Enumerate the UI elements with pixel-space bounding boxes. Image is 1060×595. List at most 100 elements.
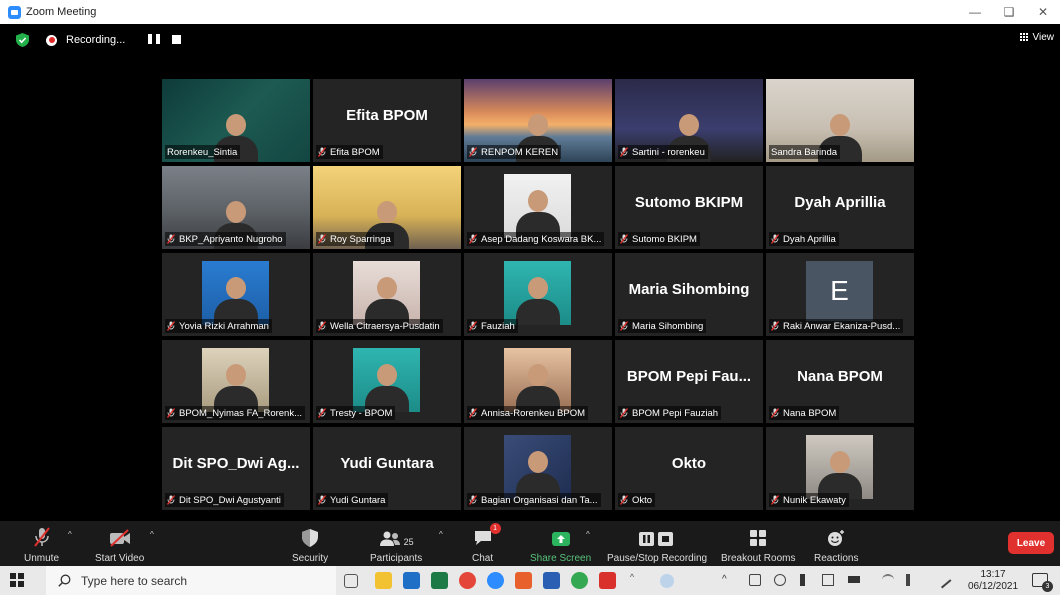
participant-tile[interactable]: Sutomo BKIPM Sutomo BKIPM [615,166,763,249]
pen-icon[interactable] [934,571,952,589]
reactions-button[interactable]: Reactions [814,525,858,564]
muted-mic-icon [318,321,326,331]
stop-recording-button[interactable] [172,35,181,44]
task-view-icon[interactable] [344,574,358,588]
participant-tile[interactable]: BKP_Apriyanto Nugroho [162,166,310,249]
participant-name-label: Dyah Aprillia [769,232,839,246]
recording-status-text: Recording... [66,34,126,46]
participant-tile[interactable]: RENPOM KEREN [464,79,612,162]
breakout-rooms-button[interactable]: Breakout Rooms [721,525,795,564]
share-screen-button[interactable]: Share Screen [530,525,591,564]
minimize-button[interactable]: — [958,0,992,24]
participant-name-label: Sandra Barinda [769,145,841,159]
participant-tile[interactable]: Rorenkeu_Sintia [162,79,310,162]
word-icon[interactable] [543,572,560,589]
mail-icon[interactable] [403,572,420,589]
notification-center-icon[interactable]: 3 [1032,573,1053,592]
participant-gallery: Rorenkeu_Sintia Efita BPOM Efita BPOM RENPO… [162,79,914,511]
start-video-button[interactable]: Start Video [95,525,144,564]
security-button[interactable]: Security [292,525,328,564]
participant-tile[interactable]: Fauziah [464,253,612,336]
unmute-button[interactable]: Unmute [24,525,59,564]
participant-tile[interactable]: Maria Sihombing Maria Sihombing [615,253,763,336]
participant-tile[interactable]: Efita BPOM Efita BPOM [313,79,461,162]
view-button[interactable]: View [1019,32,1055,43]
participant-tile[interactable]: Nunik Ekawaty [766,427,914,510]
tray-app-icon[interactable] [749,574,761,586]
participant-silhouette [213,364,258,412]
office-app-icon[interactable] [515,572,532,589]
chrome-profile-icon[interactable] [571,572,588,589]
participant-silhouette [213,277,258,325]
participant-tile[interactable]: Tresty - BPOM [313,340,461,423]
unmute-label: Unmute [24,553,60,564]
search-input[interactable] [81,573,321,588]
participant-tile[interactable]: BPOM_Nyimas FA_Rorenk... [162,340,310,423]
display-icon[interactable] [822,574,834,586]
wifi-icon[interactable] [882,574,894,586]
window-controls: — ❑ ✕ [958,0,1060,24]
participant-tile[interactable]: Bagian Organisasi dan Ta... [464,427,612,510]
audio-options-caret-icon[interactable]: ^ [68,530,72,539]
usb-icon[interactable] [800,574,805,586]
view-label: View [1032,32,1055,43]
participant-tile[interactable]: Dyah Aprillia Dyah Aprillia [766,166,914,249]
file-explorer-icon[interactable] [375,572,392,589]
tray-expand-chevron-icon[interactable]: ^ [722,574,734,586]
participant-name-label: Wella Citraersya-Pusdatin [316,319,443,333]
chat-button[interactable]: 1 Chat [472,523,501,564]
participant-tile[interactable]: Annisa-Rorenkeu BPOM [464,340,612,423]
zoom-app-icon[interactable] [487,572,504,589]
participant-name-label: Okto [618,493,656,507]
chrome-icon[interactable] [459,572,476,589]
participants-options-caret-icon[interactable]: ^ [439,530,443,539]
zoom-meeting-window: Zoom Meeting — ❑ ✕ Recording... View Ror… [0,0,1060,595]
participant-video [202,348,269,412]
participant-tile[interactable]: Roy Sparringa [313,166,461,249]
pause-recording-button[interactable] [148,34,160,46]
taskbar-search-box[interactable] [46,566,336,595]
participant-name: BPOM_Nyimas FA_Rorenk... [179,407,303,419]
participant-name: Okto [632,494,653,506]
restore-button[interactable]: ❑ [992,0,1026,24]
participant-tile[interactable]: Sandra Barinda [766,79,914,162]
taskbar-clock[interactable]: 13:17 06/12/2021 [962,569,1024,593]
share-options-caret-icon[interactable]: ^ [586,530,590,539]
close-button[interactable]: ✕ [1026,0,1060,24]
participant-tile[interactable]: Yudi Guntara Yudi Guntara [313,427,461,510]
battery-icon[interactable] [848,576,860,583]
participant-name-label: Fauziah [467,319,518,333]
onedrive-icon[interactable] [774,574,786,586]
pause-stop-recording-button[interactable]: Pause/Stop Recording [607,525,707,564]
participant-tile[interactable]: Nana BPOM Nana BPOM [766,340,914,423]
participants-button[interactable]: 25 Participants [370,525,422,564]
participant-video [504,261,571,325]
pinned-app-icon[interactable] [660,574,674,588]
reactions-label: Reactions [814,553,859,564]
recording-indicator: Recording... [46,30,125,50]
security-label: Security [292,553,329,564]
participant-silhouette [515,190,560,238]
participant-tile[interactable]: BPOM Pepi Fau... BPOM Pepi Fauziah [615,340,763,423]
leave-button[interactable]: Leave [1008,532,1054,554]
participant-tile[interactable]: Okto Okto [615,427,763,510]
acrobat-icon[interactable] [599,572,616,589]
participant-name-label: BPOM Pepi Fauziah [618,406,722,420]
participant-tile[interactable]: E Raki Anwar Ekaniza-Pusd... [766,253,914,336]
encryption-shield-icon[interactable] [16,33,29,47]
participant-name: Bagian Organisasi dan Ta... [481,494,598,506]
participant-tile[interactable]: Sartini - rorenkeu [615,79,763,162]
excel-icon[interactable] [431,572,448,589]
participant-video [353,348,420,412]
recording-dot-icon [46,34,57,46]
start-windows-icon[interactable] [10,573,24,587]
participant-tile[interactable]: Dit SPO_Dwi Ag... Dit SPO_Dwi Agustyanti [162,427,310,510]
participant-tile[interactable]: Asep Dadang Koswara BK... [464,166,612,249]
volume-icon[interactable] [906,574,918,586]
video-options-caret-icon[interactable]: ^ [150,530,154,539]
participant-name-label: Sutomo BKIPM [618,232,700,246]
pause-stop-recording-label: Pause/Stop Recording [607,553,708,564]
participant-tile[interactable]: Yovia Rizki Arrahman [162,253,310,336]
participant-tile[interactable]: Wella Citraersya-Pusdatin [313,253,461,336]
overflow-chevron-icon[interactable]: ^ [627,572,637,589]
